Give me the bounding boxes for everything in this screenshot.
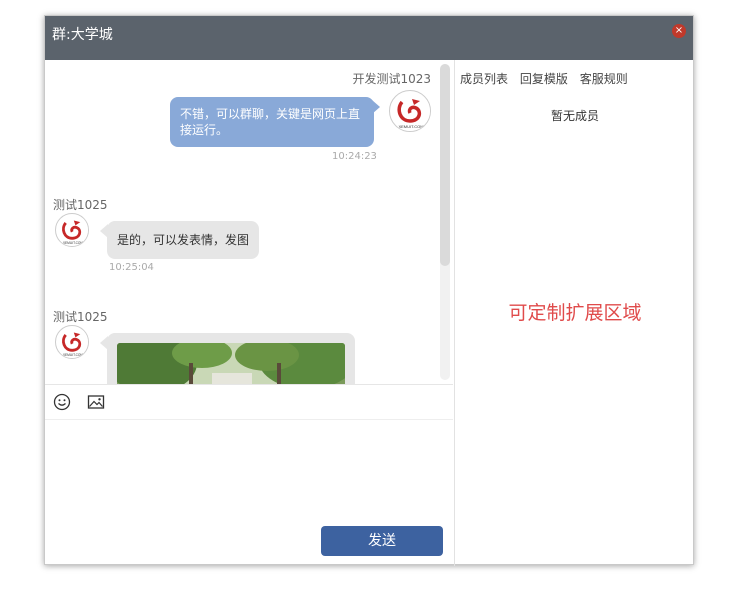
message-text-line: 接运行。 [180,123,229,137]
svg-text:XEMUIT.COM: XEMUIT.COM [63,353,84,357]
chat-panel: 开发测试1023 XEMUIT.COM 不错，可以群聊，关键是网页上直 接运行。… [45,60,457,566]
avatar-logo-icon: XEMUIT.COM [391,92,430,131]
emoji-icon [53,393,71,411]
side-panel: 成员列表 回复模版 客服规则 暂无成员 可定制扩展区域 [455,60,695,566]
message-text-line: 不错，可以群聊，关键是网页上直 [180,107,361,121]
side-tabs: 成员列表 回复模版 客服规则 [460,70,636,87]
tab-reply-templates[interactable]: 回复模版 [520,72,568,86]
image-icon [87,395,105,409]
message-bubble-other[interactable]: 是的，可以发表情，发图 [107,221,259,259]
avatar[interactable]: XEMUIT.COM [389,90,431,132]
tab-member-list[interactable]: 成员列表 [460,72,508,86]
message-time: 10:24:23 [332,151,377,162]
avatar[interactable]: XEMUIT.COM [55,213,89,247]
chat-window: 群:大学城 × 开发测试1023 XEMUIT.COM 不错，可以群聊，关键是网… [44,15,695,566]
svg-text:XEMUIT.COM: XEMUIT.COM [398,124,423,129]
message-bubble-image[interactable] [107,333,355,384]
empty-members-text: 暂无成员 [550,109,599,123]
message-input[interactable] [45,420,457,524]
tab-service-rules[interactable]: 客服规则 [580,72,628,86]
message-text: 是的，可以发表情，发图 [117,233,250,247]
tree-photo-icon [117,343,345,384]
message-scrollbar[interactable] [440,64,450,380]
send-button[interactable]: 发送 [321,526,443,556]
extension-area-label: 可定制扩展区域 [508,302,642,324]
scrollbar-thumb[interactable] [440,64,450,266]
message-time: 10:25:04 [109,262,154,273]
close-button[interactable]: × [672,24,686,38]
title-bar: 群:大学城 × [45,16,693,60]
svg-text:XEMUIT.COM: XEMUIT.COM [63,241,84,245]
avatar-logo-icon: XEMUIT.COM [56,214,88,246]
avatar-logo-icon: XEMUIT.COM [56,326,88,358]
image-button[interactable] [87,393,105,411]
composer-toolbar [45,384,453,420]
message-bubble-self[interactable]: 不错，可以群聊，关键是网页上直 接运行。 [170,97,374,147]
sender-name: 测试1025 [53,198,108,212]
message-image[interactable] [117,343,345,384]
sender-name: 测试1025 [53,310,108,324]
sender-name: 开发测试1023 [352,72,431,86]
window-title: 群:大学城 [52,27,113,43]
avatar[interactable]: XEMUIT.COM [55,325,89,359]
emoji-button[interactable] [53,393,71,411]
message-list[interactable]: 开发测试1023 XEMUIT.COM 不错，可以群聊，关键是网页上直 接运行。… [45,60,453,384]
